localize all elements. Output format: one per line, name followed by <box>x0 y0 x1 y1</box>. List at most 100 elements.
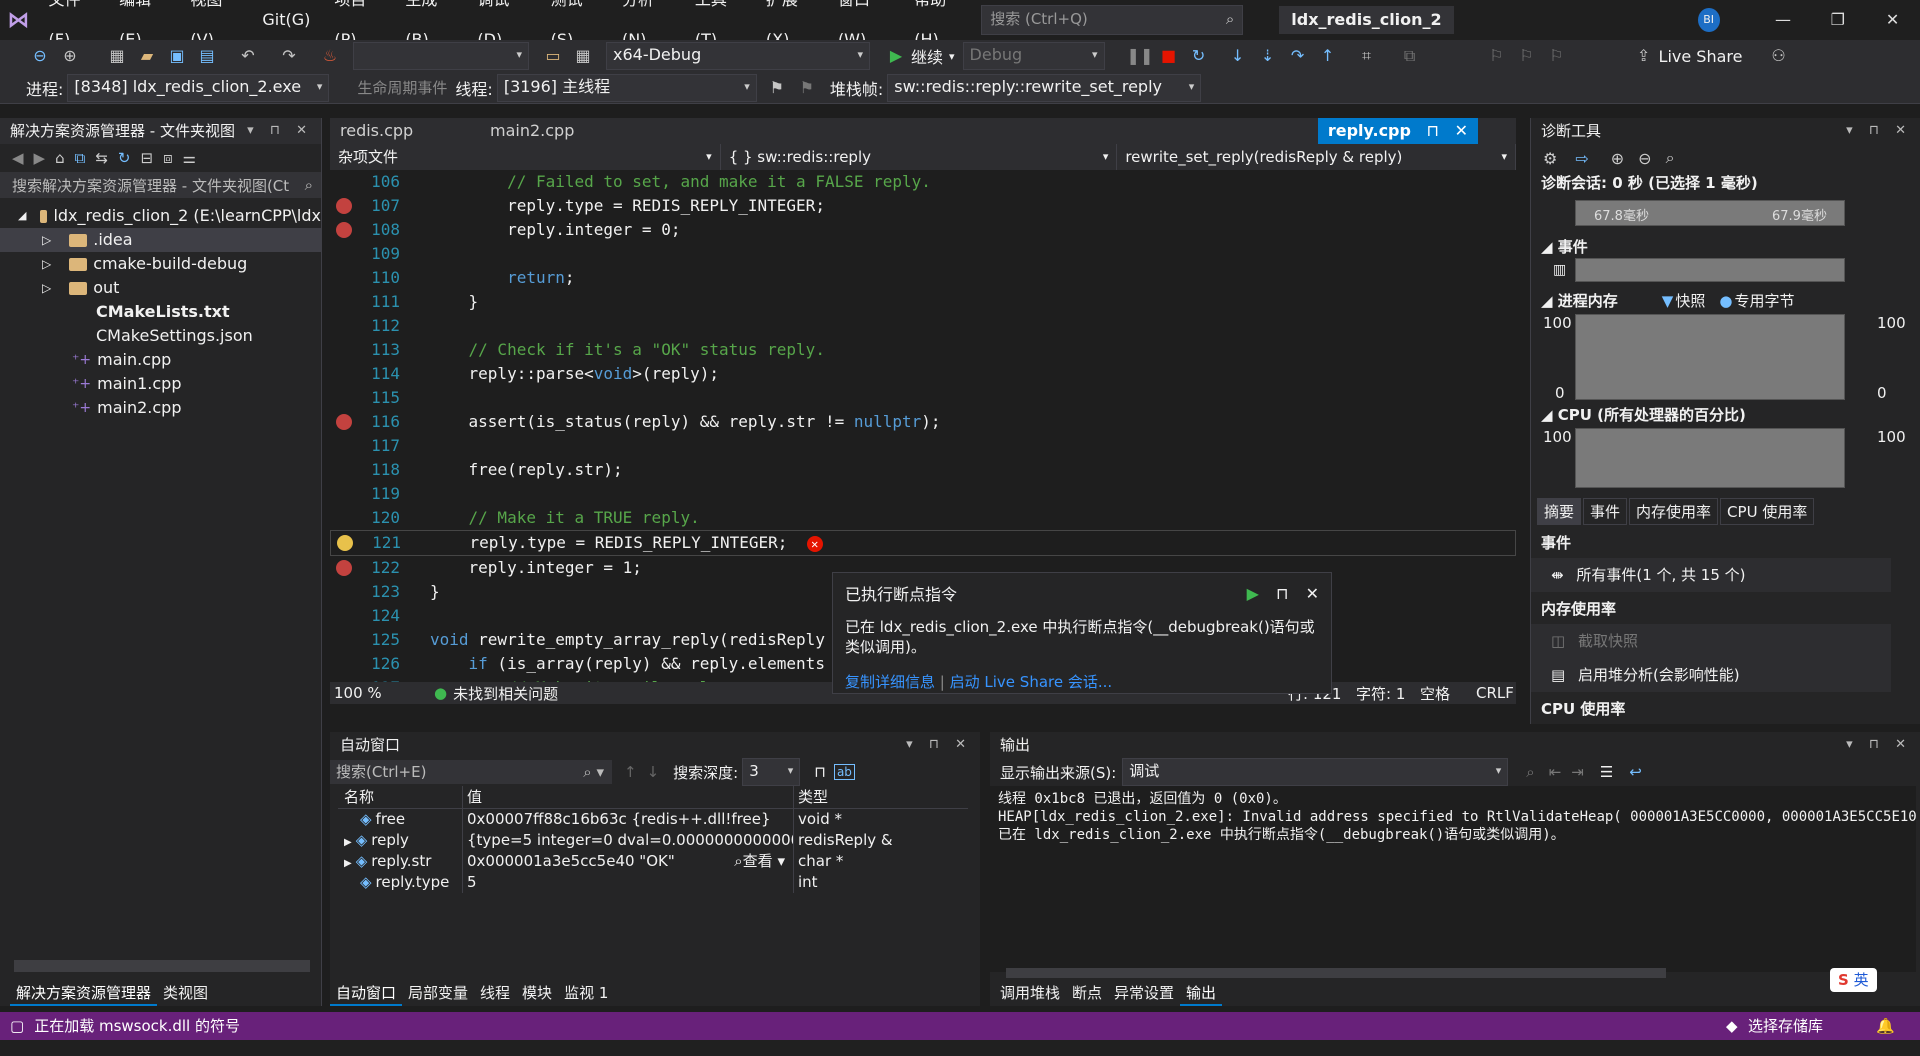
tab-solution-explorer[interactable]: 解决方案资源管理器 <box>10 980 158 1006</box>
tab-call-stack[interactable]: 调用堆栈 <box>994 980 1066 1006</box>
tab-redis-cpp[interactable]: redis.cpp <box>330 118 480 144</box>
autos-search-input[interactable]: 搜索(Ctrl+E) ⌕ ▾ <box>330 760 612 784</box>
forward-icon[interactable]: ▶ <box>34 149 46 167</box>
panel-controls[interactable]: ▾ ⊓ ✕ <box>906 732 980 758</box>
tab-watch1[interactable]: 监视 1 <box>558 980 614 1006</box>
timeline-ruler[interactable]: 67.8毫秒 67.9毫秒 <box>1575 200 1845 226</box>
tab-autos[interactable]: 自动窗口 <box>330 980 403 1006</box>
output-hscrollbar[interactable] <box>1006 968 1666 978</box>
panel-controls[interactable]: ▾ ⊓ ✕ <box>1846 118 1920 144</box>
tree-item[interactable]: ⁺+ main2.cpp <box>0 396 321 420</box>
solution-search-input[interactable]: 搜索解决方案资源管理器 - 文件夹视图(Ct ⌕ <box>0 172 321 198</box>
new-item-icon[interactable]: ▦ <box>105 44 129 68</box>
horizontal-scrollbar[interactable] <box>14 960 310 972</box>
tree-item[interactable]: ▷ cmake-build-debug <box>0 252 321 276</box>
open-file-icon[interactable]: ▰ <box>135 44 159 68</box>
switch-view-icon[interactable]: ⧉ <box>75 149 86 167</box>
search-prev-icon[interactable]: ↑ <box>624 763 637 781</box>
heap-profiling-button[interactable]: ▤ 启用堆分析(会影响性能) <box>1531 658 1891 692</box>
search-next-icon[interactable]: ↓ <box>647 763 660 781</box>
tab-modules[interactable]: 模块 <box>516 980 558 1006</box>
process-combo[interactable]: [8348] ldx_redis_clion_2.exe ▾ <box>67 73 330 102</box>
step-back-icon[interactable]: ↷ <box>1286 44 1310 68</box>
open-folder-icon[interactable]: ▭ <box>541 44 565 68</box>
stop-icon[interactable]: ■ <box>1157 44 1181 68</box>
continue-icon[interactable]: ▶ <box>1247 584 1259 603</box>
all-events-link[interactable]: ⇼ 所有事件(1 个, 共 15 个) <box>1531 558 1891 592</box>
word-wrap-icon[interactable]: ↩ <box>1629 763 1642 781</box>
take-snapshot-button[interactable]: ◫ 截取快照 <box>1531 624 1891 658</box>
live-share-link[interactable]: 启动 Live Share 会话... <box>950 673 1113 691</box>
pause-events-icon[interactable]: ▥ <box>1553 262 1566 278</box>
tab-locals[interactable]: 局部变量 <box>402 980 474 1006</box>
save-icon[interactable]: ▣ <box>165 44 189 68</box>
collapse-all-icon[interactable]: ⊟ <box>141 149 154 167</box>
cmake-icon[interactable]: ▦ <box>571 44 595 68</box>
next-message-icon[interactable]: ⇥ <box>1571 763 1584 781</box>
forward-icon[interactable]: ⊕ <box>58 44 82 68</box>
issues-text[interactable]: 未找到相关问题 <box>453 683 558 704</box>
reset-zoom-icon[interactable]: ⌕ <box>1666 148 1675 168</box>
project-nav-combo[interactable]: 杂项文件 ▾ <box>330 144 721 170</box>
save-all-icon[interactable]: ▤ <box>195 44 219 68</box>
user-avatar[interactable]: BI <box>1697 8 1720 32</box>
tab-cpu[interactable]: CPU 使用率 <box>1720 498 1815 525</box>
hex-display-icon[interactable]: ⌗ <box>1355 44 1379 68</box>
bookmark-next-icon[interactable]: ⚐ <box>1545 44 1569 68</box>
col-name[interactable]: 名称 <box>338 786 462 808</box>
eol-indicator[interactable]: CRLF <box>1476 684 1514 702</box>
step-into-icon[interactable]: ⇣ <box>1256 44 1280 68</box>
back-icon[interactable]: ⊖ <box>28 44 52 68</box>
expand-arrow-icon[interactable]: ▷ <box>42 228 51 252</box>
hex-icon[interactable]: ab <box>833 764 855 780</box>
select-repo-button[interactable]: 选择存储库 <box>1748 1012 1823 1040</box>
flag-thread-icon[interactable]: ⚑ <box>765 76 789 100</box>
table-row[interactable]: ◈ reply.type 5 int <box>338 872 968 893</box>
ime-indicator[interactable]: S 英 <box>1830 968 1877 992</box>
restore-icon[interactable]: ❐ <box>1810 0 1865 40</box>
threads-icon[interactable]: ⧉ <box>1398 44 1422 68</box>
tab-threads[interactable]: 线程 <box>474 980 516 1006</box>
continue-button[interactable]: 继续 <box>911 44 943 68</box>
notification-icon[interactable]: 🔔 <box>1876 1012 1895 1040</box>
step-out-icon[interactable]: ↑ <box>1316 44 1340 68</box>
scope-nav-combo[interactable]: { } sw::redis::reply ▾ <box>720 144 1118 170</box>
step-over-icon[interactable]: ↓ <box>1226 44 1250 68</box>
tab-reply-cpp[interactable]: reply.cpp ⊓ ✕ <box>1317 118 1478 144</box>
stack-frame-combo[interactable]: sw::redis::reply::rewrite_set_reply ▾ <box>887 73 1202 102</box>
bookmark-icon[interactable]: ⚐ <box>1485 44 1509 68</box>
vs-logo-icon[interactable]: ⋈ <box>0 8 37 33</box>
output-source-combo[interactable]: 调试 ▾ <box>1122 758 1509 786</box>
thread-combo[interactable]: [3196] 主线程 ▾ <box>496 73 757 102</box>
platform-combo[interactable]: Debug ▾ <box>962 42 1105 70</box>
whitespace-indicator[interactable]: 空格 <box>1420 683 1450 704</box>
panel-controls[interactable]: ▾ ⊓ ✕ <box>247 118 321 144</box>
zoom-out-icon[interactable]: ⊖ <box>1638 149 1651 168</box>
memory-graph[interactable] <box>1575 314 1845 400</box>
clear-all-icon[interactable]: ☰ <box>1600 763 1613 781</box>
cpu-graph[interactable] <box>1575 428 1845 488</box>
copy-details-link[interactable]: 复制详细信息 <box>845 673 935 691</box>
restart-icon[interactable]: ↻ <box>1187 44 1211 68</box>
tree-root[interactable]: ◢ ldx_redis_clion_2 (E:\learnCPP\ldx <box>0 204 321 228</box>
tab-main2-cpp[interactable]: main2.cpp <box>480 118 584 144</box>
depth-combo[interactable]: 3 ▾ <box>742 758 801 786</box>
tab-events[interactable]: 事件 <box>1583 498 1628 525</box>
tree-item[interactable]: ▷ .idea <box>0 228 321 252</box>
tree-item[interactable]: CMakeSettings.json <box>0 324 321 348</box>
redo-icon[interactable]: ↷ <box>277 44 301 68</box>
zoom-level[interactable]: 100 % <box>334 684 404 702</box>
find-message-icon[interactable]: ⌕ <box>1526 763 1534 781</box>
table-row[interactable]: ▶ ◈ reply.str 0x000001a3e5cc5e40 "OK" ⌕查看 ▾… <box>338 851 968 872</box>
lifecycle-events-button[interactable]: 生命周期事件 <box>357 77 447 98</box>
tab-class-view[interactable]: 类视图 <box>157 980 214 1006</box>
tree-item[interactable]: ⁺+ main.cpp <box>0 348 321 372</box>
config-combo[interactable]: x64-Debug ▾ <box>606 42 870 70</box>
output-text[interactable]: 线程 0x1bc8 已退出，返回值为 0 (0x0)。 HEAP[ldx_redi… <box>990 786 1916 972</box>
expand-arrow-icon[interactable]: ▷ <box>42 252 51 276</box>
live-share-icon[interactable]: ⇪ <box>1632 44 1656 68</box>
table-row[interactable]: ▶ ◈ reply {type=5 integer=0 dval=0.0000000… <box>338 830 968 851</box>
close-icon[interactable]: ✕ <box>1306 584 1319 603</box>
pin-icon[interactable]: ⊓ <box>1276 584 1288 603</box>
pin-icon[interactable]: ⊓ <box>1427 121 1439 140</box>
